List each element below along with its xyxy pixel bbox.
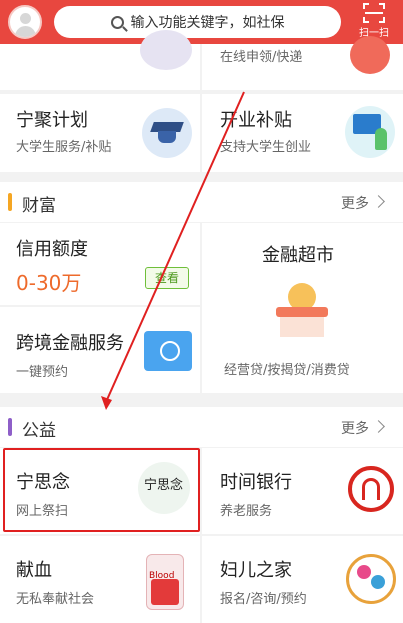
service-time-bank[interactable]: 时间银行 养老服务 — [202, 448, 403, 534]
shop-storefront-icon — [274, 283, 330, 339]
scan-icon — [363, 3, 385, 23]
women-children-subtitle: 报名/咨询/预约 — [220, 592, 307, 607]
search-input[interactable]: 输入功能关键字，如社保 — [54, 6, 341, 38]
search-placeholder: 输入功能关键字，如社保 — [130, 15, 285, 31]
blood-bag-label: Blood — [149, 571, 175, 581]
welfare-accent-bar — [8, 418, 12, 436]
graduation-cap-icon — [142, 108, 192, 158]
credit-limit-card[interactable]: 信用额度 0-30万 — [0, 223, 200, 305]
finance-market-card[interactable]: 金融超市 经营贷/按揭贷/消费贷 — [202, 223, 403, 393]
time-bank-subtitle: 养老服务 — [220, 504, 273, 519]
avatar-head-icon — [20, 13, 31, 24]
women-children-logo-icon — [346, 554, 396, 604]
entrepreneur-icon — [345, 106, 395, 158]
service-startup-subtitle: 支持大学生创业 — [220, 140, 312, 155]
welfare-section-header: 公益 更多 — [0, 407, 403, 447]
women-children-title: 妇儿之家 — [220, 560, 292, 581]
blood-donation-subtitle: 无私奉献社会 — [16, 592, 95, 607]
chevron-right-icon[interactable] — [372, 195, 385, 208]
partial-service-subtitle: 在线申领/快递 — [220, 50, 303, 65]
bank-card-globe-icon — [144, 331, 192, 371]
delivery-icon — [350, 36, 390, 74]
service-startup-subsidy[interactable]: 开业补贴 支持大学生创业 — [202, 94, 403, 172]
credit-limit-title: 信用额度 — [16, 239, 88, 260]
user-avatar[interactable] — [8, 5, 42, 39]
blood-donation-title: 献血 — [16, 560, 52, 581]
service-ningju-title: 宁聚计划 — [16, 110, 88, 131]
service-ningju-subtitle: 大学生服务/补贴 — [16, 140, 112, 155]
partial-service-left[interactable] — [0, 30, 200, 90]
service-blood-donation[interactable]: 献血 无私奉献社会 Blood — [0, 536, 200, 623]
wealth-title: 财富 — [22, 196, 56, 216]
view-credit-button[interactable]: 查看 — [145, 267, 189, 289]
time-bank-title: 时间银行 — [220, 472, 292, 493]
service-startup-title: 开业补贴 — [220, 110, 292, 131]
top-bar: 输入功能关键字，如社保 扫一扫 — [0, 0, 403, 44]
partial-service-right[interactable]: 在线申领/快递 — [202, 36, 403, 90]
search-icon — [110, 15, 124, 29]
blood-bag-icon: Blood — [146, 554, 184, 610]
wealth-more-link[interactable]: 更多 — [341, 193, 369, 213]
scan-button[interactable]: 扫一扫 — [353, 3, 395, 41]
welfare-more-link[interactable]: 更多 — [341, 418, 369, 438]
wealth-section-header: 财富 更多 — [0, 182, 403, 222]
crossborder-finance-card[interactable]: 跨境金融服务 一键预约 — [0, 307, 200, 393]
chevron-right-icon[interactable] — [372, 420, 385, 433]
crossborder-subtitle: 一键预约 — [16, 365, 69, 380]
welfare-title: 公益 — [22, 421, 56, 441]
service-women-children-home[interactable]: 妇儿之家 报名/咨询/预约 — [202, 536, 403, 623]
crossborder-title: 跨境金融服务 — [16, 333, 124, 354]
wealth-accent-bar — [8, 193, 12, 211]
avatar-body-icon — [15, 26, 36, 37]
service-illustration-icon — [140, 30, 192, 70]
credit-limit-amount: 0-30万 — [16, 271, 82, 295]
finance-market-subtitle: 经营贷/按揭贷/消费贷 — [224, 363, 350, 378]
highlight-box — [3, 448, 200, 532]
finance-market-title: 金融超市 — [262, 245, 334, 266]
time-bank-logo-icon — [348, 466, 394, 512]
service-ningju[interactable]: 宁聚计划 大学生服务/补贴 — [0, 94, 200, 172]
